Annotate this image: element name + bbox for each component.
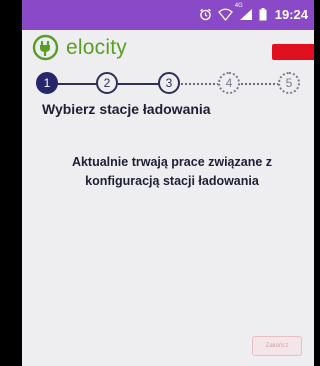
status-icons: 4G 19:24 xyxy=(199,3,308,22)
app-logo-text: elocity xyxy=(66,36,127,59)
status-bar: 4G 19:24 xyxy=(22,0,314,30)
step-3[interactable]: 3 xyxy=(158,72,180,94)
step-5[interactable]: 5 xyxy=(278,72,300,94)
signal-icon: 4G xyxy=(235,3,253,21)
step-4[interactable]: 4 xyxy=(218,72,240,94)
clock: 19:24 xyxy=(274,7,308,22)
wifi-icon xyxy=(217,8,233,21)
stepper: 1 2 3 4 5 xyxy=(22,72,314,98)
info-message: Aktualnie trwają prace związane z konfig… xyxy=(71,155,273,188)
app-header: elocity xyxy=(22,30,314,70)
finish-button[interactable]: Zakończ xyxy=(252,336,302,356)
menu-button[interactable] xyxy=(272,44,314,60)
step-2[interactable]: 2 xyxy=(96,72,118,94)
plug-logo-icon xyxy=(32,34,59,61)
battery-icon xyxy=(259,8,267,21)
network-label: 4G xyxy=(234,3,243,9)
page-title: Wybierz stacje ładowania xyxy=(42,101,211,117)
alarm-icon xyxy=(199,8,212,21)
phone-screen: 4G 19:24 elocity 1 2 3 4 5 Wybierz stacj… xyxy=(22,0,314,366)
step-1[interactable]: 1 xyxy=(36,72,58,94)
